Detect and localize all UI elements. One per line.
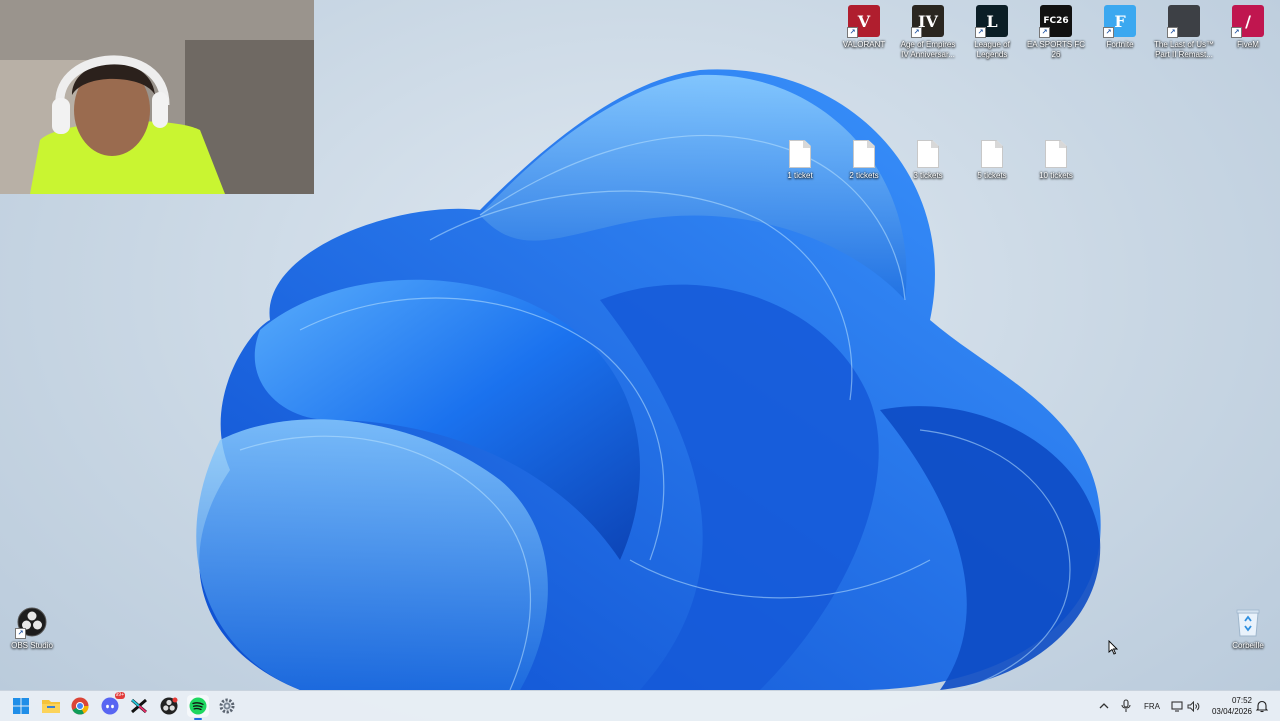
desktop-icon-recycle-bin[interactable]: Corbeille xyxy=(1217,606,1279,651)
mouse-cursor-icon xyxy=(1108,640,1118,655)
shortcut-arrow-icon: ↗ xyxy=(1167,27,1178,38)
taskbar: 99+ FRA 07:52 03/04/2026 xyxy=(0,690,1280,721)
fortnite-icon: F ↗ xyxy=(1103,5,1136,38)
desktop-icon-label: EA SPORTS FC 26 xyxy=(1026,40,1086,59)
desktop-icon-label: 5 tickets xyxy=(977,171,1007,180)
desktop-icon-label: 2 tickets xyxy=(849,171,879,180)
start-button[interactable] xyxy=(10,695,32,717)
desktop-shortcut-ea-sports-fc[interactable]: FC26 ↗ EA SPORTS FC 26 xyxy=(1025,5,1087,60)
age-of-empires-icon: IV ↗ xyxy=(911,5,944,38)
desktop-icon-obs-studio[interactable]: ↗ OBS Studio xyxy=(1,606,63,651)
shortcut-arrow-icon: ↗ xyxy=(911,27,922,38)
webcam-overlay xyxy=(0,0,314,194)
taskbar-chrome-button[interactable] xyxy=(69,695,91,717)
desktop-file-2[interactable]: 2 tickets xyxy=(833,140,895,181)
desktop-file-4[interactable]: 5 tickets xyxy=(961,140,1023,181)
capcut-icon xyxy=(131,698,147,714)
taskbar-spotify-button[interactable] xyxy=(187,695,209,720)
desktop-shortcut-valorant[interactable]: V ↗ VALORANT xyxy=(833,5,895,50)
desktop-shortcut-fivem[interactable]: / ↗ FiveM xyxy=(1217,5,1279,50)
icon-glyph: / xyxy=(1245,11,1251,31)
notification-button[interactable] xyxy=(1254,695,1270,717)
desktop-icon-label: Corbeille xyxy=(1232,641,1264,650)
desktop-icon-label: 3 tickets xyxy=(913,171,943,180)
desktop-icon-label: Age of Empires IV Anniversar... xyxy=(900,40,956,59)
desktop-icon-label: Fortnite xyxy=(1106,40,1134,49)
fivem-icon: / ↗ xyxy=(1231,5,1264,38)
icon-glyph: F xyxy=(1114,11,1126,31)
desktop-icon-label: 1 ticket xyxy=(787,171,813,180)
file-icon xyxy=(853,140,875,168)
desktop-icon-label: FiveM xyxy=(1237,40,1259,49)
shortcut-arrow-icon: ↗ xyxy=(1039,27,1050,38)
desktop-icon-label: VALORANT xyxy=(842,40,886,49)
shortcut-arrow-icon: ↗ xyxy=(975,27,986,38)
obs-icon xyxy=(160,697,178,715)
desktop-icon-label: OBS Studio xyxy=(11,641,53,650)
taskbar-settings-button[interactable] xyxy=(216,695,238,717)
file-icon xyxy=(981,140,1003,168)
spotify-icon xyxy=(189,697,207,715)
microphone-icon xyxy=(1121,699,1131,712)
network-icon xyxy=(1171,700,1183,712)
bell-icon xyxy=(1256,700,1268,712)
shortcut-arrow-icon: ↗ xyxy=(15,628,26,639)
league-of-legends-icon: L ↗ xyxy=(975,5,1008,38)
notification-badge: 99+ xyxy=(114,692,125,699)
taskbar-obs-button[interactable] xyxy=(158,695,180,717)
webcam-person-image xyxy=(0,0,314,194)
clock-date: 03/04/2026 xyxy=(1211,707,1252,716)
icon-glyph: V xyxy=(857,11,871,31)
clock-time: 07:52 xyxy=(1231,696,1252,705)
show-hidden-icons-button[interactable] xyxy=(1095,695,1113,717)
clock[interactable]: 07:52 03/04/2026 xyxy=(1212,695,1252,717)
recycle-bin-icon xyxy=(1236,609,1260,637)
shortcut-arrow-icon: ↗ xyxy=(1103,27,1114,38)
chevron-up-icon xyxy=(1099,703,1109,709)
file-icon xyxy=(1045,140,1067,168)
desktop-shortcut-the-last-of-us[interactable]: ↗ The Last of Us™ Part II Remast... xyxy=(1153,5,1215,60)
taskbar-file-explorer-button[interactable] xyxy=(40,695,62,717)
discord-icon xyxy=(101,697,119,715)
desktop-icon-label: 10 tickets xyxy=(1039,171,1073,180)
the-last-of-us-icon: ↗ xyxy=(1167,5,1200,38)
windows-start-icon xyxy=(13,698,29,714)
icon-glyph: L xyxy=(986,11,998,31)
file-icon xyxy=(789,140,811,168)
ea-sports-fc-icon: FC26 ↗ xyxy=(1039,5,1072,38)
shortcut-arrow-icon: ↗ xyxy=(847,27,858,38)
icon-glyph: FC26 xyxy=(1043,16,1069,26)
desktop-shortcut-fortnite[interactable]: F ↗ Fortnite xyxy=(1089,5,1151,50)
taskbar-discord-button[interactable]: 99+ xyxy=(99,692,125,717)
desktop-shortcut-league-of-legends[interactable]: L ↗ League of Legends xyxy=(961,5,1023,60)
language-indicator[interactable]: FRA xyxy=(1144,702,1160,711)
microphone-button[interactable] xyxy=(1117,695,1135,717)
desktop-icon-label: League of Legends xyxy=(974,40,1010,59)
desktop-icon-label: The Last of Us™ Part II Remast... xyxy=(1153,40,1215,59)
folder-icon xyxy=(42,700,60,713)
chrome-icon xyxy=(71,697,89,715)
volume-button[interactable] xyxy=(1184,695,1202,717)
desktop-file-5[interactable]: 10 tickets xyxy=(1025,140,1087,181)
speaker-icon xyxy=(1187,700,1199,712)
taskbar-capcut-button[interactable] xyxy=(128,695,150,717)
gear-icon xyxy=(219,698,235,714)
shortcut-arrow-icon: ↗ xyxy=(1231,27,1242,38)
desktop-file-1[interactable]: 1 ticket xyxy=(769,140,831,181)
file-icon xyxy=(917,140,939,168)
desktop-shortcut-age-of-empires[interactable]: IV ↗ Age of Empires IV Anniversar... xyxy=(897,5,959,60)
desktop-file-3[interactable]: 3 tickets xyxy=(897,140,959,181)
valorant-icon: V ↗ xyxy=(847,5,880,38)
